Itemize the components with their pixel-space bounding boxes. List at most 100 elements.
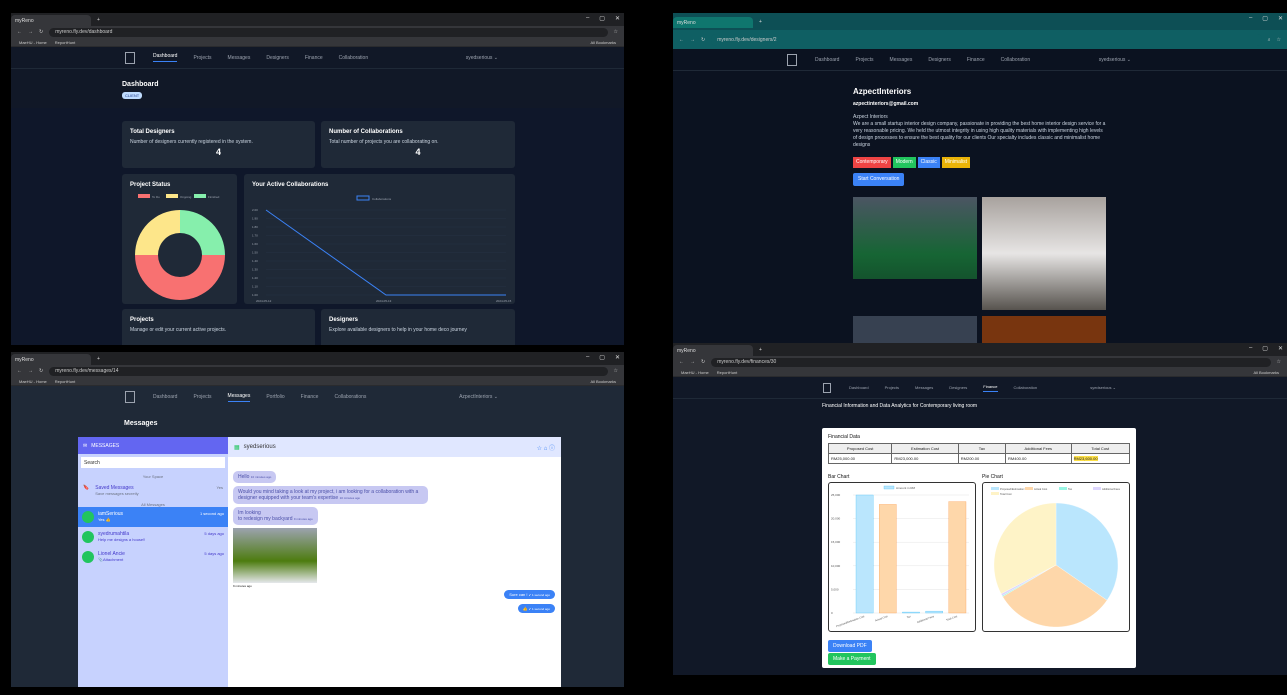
user-menu[interactable]: syedserious ⌄	[1099, 57, 1131, 63]
nav-collaboration[interactable]: Collaboration	[1014, 385, 1038, 390]
reload-icon[interactable]: ↻	[39, 29, 43, 35]
star-icon[interactable]: ☆	[614, 29, 618, 35]
all-bookmarks[interactable]: All Bookmarks	[1253, 370, 1279, 375]
make-payment-button[interactable]: Make a Payment	[828, 653, 876, 665]
nav-designers[interactable]: Designers	[266, 55, 289, 61]
back-icon[interactable]: ←	[679, 37, 684, 43]
contact-item[interactable]: iamSerious Yes 👍 1 second ago	[78, 507, 228, 527]
address-field[interactable]: myreno.fly.dev/messages/14	[49, 366, 608, 376]
back-icon[interactable]: ←	[679, 359, 684, 365]
nav-messages[interactable]: Messages	[228, 55, 251, 61]
address-field[interactable]: myreno.fly.dev/finances/30	[711, 357, 1271, 367]
bookmark[interactable]: ReportHunt	[55, 379, 75, 384]
nav-projects[interactable]: Projects	[855, 57, 873, 63]
nav-designers[interactable]: Designers	[928, 57, 951, 63]
star-icon[interactable]: ☆	[1277, 37, 1281, 43]
browser-tab[interactable]: myReno	[11, 15, 91, 26]
nav-collaboration[interactable]: Collaboration	[1001, 57, 1030, 63]
nav-collaborations[interactable]: Collaborations	[334, 394, 366, 400]
contact-item[interactable]: Lionel Ancie 📎Attachment 5 days ago	[78, 547, 228, 567]
browser-tab[interactable]: myReno	[673, 345, 753, 356]
message-image[interactable]	[233, 528, 317, 583]
window-controls[interactable]: – ▢ ✕	[1249, 15, 1283, 22]
portfolio-image-house[interactable]	[853, 197, 977, 279]
nav-projects[interactable]: Projects	[885, 385, 899, 390]
portfolio-image-kitchen[interactable]	[982, 197, 1106, 310]
nav-projects[interactable]: Projects	[193, 394, 211, 400]
reload-icon[interactable]: ↻	[701, 37, 705, 43]
window-controls[interactable]: – ▢ ✕	[586, 15, 620, 22]
portfolio-image-3[interactable]	[853, 316, 977, 343]
search-input[interactable]: Search	[81, 457, 225, 468]
y-tick: 15,000	[831, 540, 841, 544]
user-menu[interactable]: AzpectInteriors ⌄	[459, 394, 498, 400]
projects-card[interactable]: Projects Manage or edit your current acti…	[122, 309, 315, 345]
bookmark[interactable]: MaeHU - Home	[19, 379, 47, 384]
back-icon[interactable]: ←	[17, 29, 22, 35]
zoom-icon[interactable]: ⌕	[1268, 37, 1271, 43]
nav-portfolio[interactable]: Portfolio	[266, 394, 284, 400]
star-icon[interactable]: ☆	[614, 368, 618, 374]
nav-projects[interactable]: Projects	[193, 55, 211, 61]
contact-item[interactable]: syedrumahtila Help me designs a house!! 5 …	[78, 527, 228, 547]
logo-icon[interactable]	[125, 51, 135, 64]
reload-icon[interactable]: ↻	[39, 368, 43, 374]
portfolio-image-4[interactable]	[982, 316, 1106, 343]
bookmark[interactable]: MaeHU - Home	[19, 40, 47, 45]
chat-actions[interactable]: ☆ ⌂ ⓘ	[537, 443, 555, 452]
page-title: Dashboard	[122, 81, 159, 88]
forward-icon[interactable]: →	[28, 29, 33, 35]
new-tab-button[interactable]: +	[759, 19, 762, 25]
forward-icon[interactable]: →	[28, 368, 33, 374]
address-field[interactable]: myreno.fly.dev/designers/2	[711, 33, 1262, 46]
download-pdf-button[interactable]: Download PDF	[828, 640, 872, 652]
bookmark[interactable]: ReportHunt	[55, 40, 75, 45]
nav-messages[interactable]: Messages	[890, 57, 913, 63]
nav-messages[interactable]: Messages	[227, 393, 251, 402]
logo-icon[interactable]	[125, 391, 135, 403]
nav-finance[interactable]: Finance	[967, 57, 985, 63]
nav-finance[interactable]: Finance	[301, 394, 319, 400]
legend-label: Tax	[1068, 487, 1073, 491]
table-cell: RM400.00	[1005, 453, 1072, 464]
designer-name: AzpectInteriors	[853, 87, 912, 96]
new-tab-button[interactable]: +	[759, 347, 762, 353]
logo-icon[interactable]	[823, 382, 831, 393]
user-menu[interactable]: syedserious ⌄	[466, 55, 498, 61]
forward-icon[interactable]: →	[690, 37, 695, 43]
tab-title: myReno	[677, 347, 696, 354]
user-menu[interactable]: syedserious ⌄	[1090, 385, 1116, 390]
window-controls[interactable]: – ▢ ✕	[586, 354, 620, 361]
forward-icon[interactable]: →	[690, 359, 695, 365]
nav-designers[interactable]: Designers	[949, 385, 967, 390]
designers-card[interactable]: Designers Explore available designers to …	[321, 309, 515, 345]
start-conversation-button[interactable]: Start Conversation	[853, 173, 905, 186]
star-icon[interactable]: ☆	[1277, 359, 1281, 365]
reload-icon[interactable]: ↻	[701, 359, 705, 365]
browser-tab[interactable]: myReno	[673, 17, 753, 28]
all-bookmarks[interactable]: All Bookmarks	[590, 40, 616, 45]
all-bookmarks[interactable]: All Bookmarks	[590, 379, 616, 384]
nav-dashboard[interactable]: Dashboard	[153, 394, 177, 400]
nav-collaboration[interactable]: Collaboration	[339, 55, 368, 61]
nav-finance[interactable]: Finance	[983, 384, 998, 392]
nav-dashboard[interactable]: Dashboard	[815, 57, 839, 63]
bookmark[interactable]: MaeHU - Home	[681, 370, 709, 375]
logo-icon[interactable]	[787, 53, 797, 66]
nav-dashboard[interactable]: Dashboard	[153, 53, 178, 62]
about-title: Azpect Interiors	[853, 114, 888, 120]
bookmark[interactable]: ReportHunt	[717, 370, 737, 375]
nav-dashboard[interactable]: Dashboard	[849, 385, 869, 390]
card-title: Total Designers	[130, 129, 175, 135]
saved-messages[interactable]: 🔖 Saved Messages Save messages secretly Yes	[78, 479, 228, 502]
legend-swatch	[883, 485, 895, 490]
new-tab-button[interactable]: +	[97, 17, 100, 23]
new-tab-button[interactable]: +	[97, 356, 100, 362]
nav-finance[interactable]: Finance	[305, 55, 323, 61]
browser-tab[interactable]: myReno	[11, 354, 91, 365]
nav-messages[interactable]: Messages	[915, 385, 933, 390]
window-controls[interactable]: – ▢ ✕	[1249, 345, 1283, 352]
address-field[interactable]: myreno.fly.dev/dashboard	[49, 27, 608, 37]
back-icon[interactable]: ←	[17, 368, 22, 374]
bar	[855, 494, 874, 614]
